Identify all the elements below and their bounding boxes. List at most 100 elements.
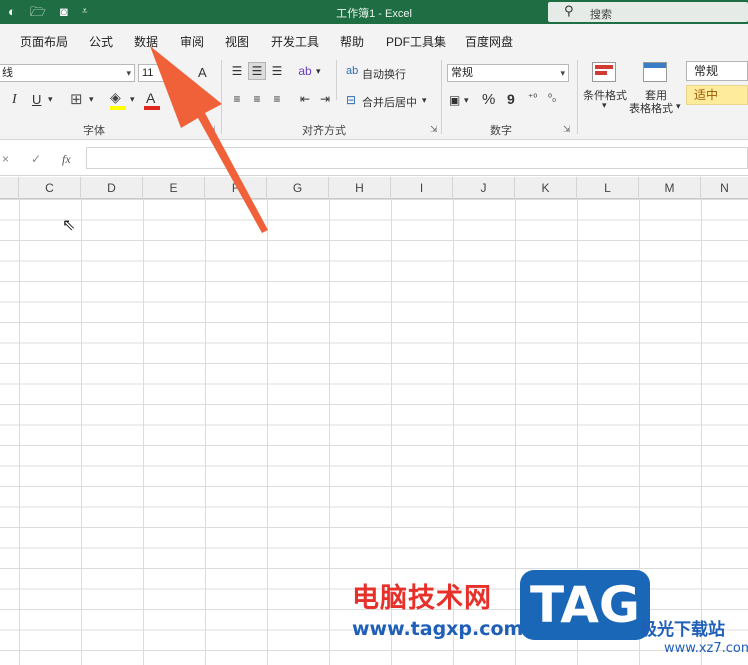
group-divider — [577, 60, 578, 134]
tab-page-layout[interactable]: 页面布局 — [20, 33, 68, 50]
format-as-table-button[interactable]: 表格格式 — [629, 100, 673, 116]
tab-developer[interactable]: 开发工具 — [271, 33, 319, 50]
column-header-row: C D E F G H I J K L M N — [0, 177, 748, 199]
align-right-icon[interactable]: ≡ — [268, 90, 286, 108]
underline-button[interactable]: U — [32, 92, 41, 107]
dialog-launcher-icon[interactable]: ⇲ — [563, 124, 571, 135]
chevron-down-icon[interactable]: ▾ — [316, 66, 321, 77]
chevron-down-icon[interactable]: ▾ — [422, 95, 427, 106]
align-left-icon[interactable]: ≡ — [228, 90, 246, 108]
decrease-indent-icon[interactable]: ⇤ — [296, 90, 314, 108]
column-header-n[interactable]: N — [701, 177, 748, 199]
grid-line — [515, 199, 516, 665]
ribbon-tabs: 页面布局 公式 数据 审阅 视图 开发工具 帮助 PDF工具集 百度网盘 — [0, 24, 748, 56]
watermark-tag-logo: TAG — [520, 570, 650, 640]
column-header-c[interactable]: C — [19, 177, 81, 199]
cancel-icon[interactable]: × — [2, 152, 9, 166]
chevron-down-icon[interactable]: ▾ — [464, 95, 469, 106]
align-middle-icon[interactable]: ☰ — [248, 62, 266, 80]
group-divider — [441, 60, 442, 134]
comma-style-button[interactable]: 9 — [507, 91, 515, 107]
column-header-e[interactable]: E — [143, 177, 205, 199]
watermark-site-url: www.xz7.com — [664, 641, 748, 656]
chevron-down-icon: ▾ — [126, 68, 131, 78]
ribbon: 线 ▾ 11 A I U ▾ ⊞ ▾ ◈ ▾ A 字体 ⇲ ☰ ☰ ☰ ab ▾… — [0, 56, 748, 140]
font-size-combo[interactable]: 11 — [138, 64, 172, 82]
tab-baidu-netdisk[interactable]: 百度网盘 — [465, 33, 513, 50]
column-header-d[interactable]: D — [81, 177, 143, 199]
chevron-down-icon[interactable]: ▾ — [89, 94, 94, 105]
chevron-down-icon[interactable]: ▾ — [602, 100, 607, 111]
wrap-text-button[interactable]: 自动换行 — [362, 66, 406, 82]
accounting-format-icon[interactable]: ▣ — [449, 93, 460, 107]
border-icon[interactable]: ⊞ — [70, 90, 83, 108]
number-format-value: 常规 — [451, 67, 473, 79]
merge-center-button[interactable]: 合并后居中 — [362, 94, 417, 110]
tab-review[interactable]: 审阅 — [180, 33, 204, 50]
percent-button[interactable]: % — [482, 91, 495, 108]
tab-help[interactable]: 帮助 — [340, 33, 364, 50]
font-name-value: 线 — [2, 67, 13, 79]
column-header-partial[interactable] — [0, 177, 19, 199]
column-header-j[interactable]: J — [453, 177, 515, 199]
increase-indent-icon[interactable]: ⇥ — [316, 90, 334, 108]
grow-font-button[interactable]: A — [198, 65, 207, 80]
wrap-text-icon: ab — [346, 65, 359, 77]
confirm-icon[interactable]: ✓ — [31, 152, 41, 166]
title-bar: ◐ 🗁 ◙ ⩡ 工作簿1 - Excel ⚲ 搜索 — [0, 0, 748, 24]
number-group-label: 数字 — [490, 125, 512, 137]
grid-line — [81, 199, 82, 665]
formula-input[interactable] — [86, 147, 748, 169]
grid-line — [143, 199, 144, 665]
tab-formulas[interactable]: 公式 — [89, 33, 113, 50]
font-color-button[interactable]: A — [146, 90, 155, 106]
chevron-down-icon[interactable]: ▾ — [676, 101, 681, 112]
watermark-text: 电脑技术网 — [352, 583, 492, 614]
align-center-icon[interactable]: ≡ — [248, 90, 266, 108]
chevron-down-icon[interactable]: ▾ — [48, 94, 53, 105]
column-header-m[interactable]: M — [639, 177, 701, 199]
grid-line — [701, 199, 702, 665]
search-box[interactable]: ⚲ 搜索 — [548, 2, 748, 22]
italic-button[interactable]: I — [12, 92, 17, 108]
merge-center-icon: ⊟ — [346, 93, 357, 107]
align-top-icon[interactable]: ☰ — [228, 62, 246, 80]
fill-color-icon[interactable]: ◈ — [110, 89, 121, 106]
cell-style-neutral[interactable]: 适中 — [686, 85, 748, 105]
decrease-decimal-icon[interactable]: ⁰₀ — [548, 93, 556, 104]
increase-decimal-icon[interactable]: ⁺⁰ — [528, 93, 537, 104]
number-format-combo[interactable]: 常规 ▾ — [447, 64, 569, 82]
column-header-k[interactable]: K — [515, 177, 577, 199]
font-group-label: 字体 — [83, 125, 105, 137]
dialog-launcher-icon[interactable]: ⇲ — [208, 124, 216, 135]
search-icon: ⚲ — [564, 3, 574, 18]
column-header-h[interactable]: H — [329, 177, 391, 199]
insert-function-icon[interactable]: fx — [62, 152, 71, 167]
search-label: 搜索 — [590, 9, 612, 21]
tab-pdf-tools[interactable]: PDF工具集 — [386, 33, 446, 50]
conditional-format-icon — [592, 62, 616, 82]
column-header-i[interactable]: I — [391, 177, 453, 199]
group-divider — [221, 60, 222, 134]
alignment-group-label: 对齐方式 — [302, 125, 346, 137]
font-color-swatch — [144, 106, 160, 110]
font-name-combo[interactable]: 线 ▾ — [0, 64, 135, 82]
divider — [336, 60, 337, 100]
align-bottom-icon[interactable]: ☰ — [268, 62, 286, 80]
chevron-down-icon: ▾ — [560, 68, 565, 78]
grid-line — [19, 199, 20, 665]
watermark-site-name: 极光下载站 — [640, 620, 725, 640]
column-header-l[interactable]: L — [577, 177, 639, 199]
font-size-value: 11 — [142, 67, 154, 79]
chevron-down-icon[interactable]: ▾ — [130, 94, 135, 105]
column-header-g[interactable]: G — [267, 177, 329, 199]
tab-view[interactable]: 视图 — [225, 33, 249, 50]
watermark-url: www.tagxp.com — [352, 618, 524, 640]
format-as-table-icon — [643, 62, 667, 82]
orientation-icon[interactable]: ab — [296, 62, 314, 80]
tab-data[interactable]: 数据 — [134, 33, 158, 50]
dialog-launcher-icon[interactable]: ⇲ — [430, 124, 438, 135]
column-header-f[interactable]: F — [205, 177, 267, 199]
cell-style-normal[interactable]: 常规 — [686, 61, 748, 81]
formula-bar: × ✓ fx — [0, 140, 748, 176]
